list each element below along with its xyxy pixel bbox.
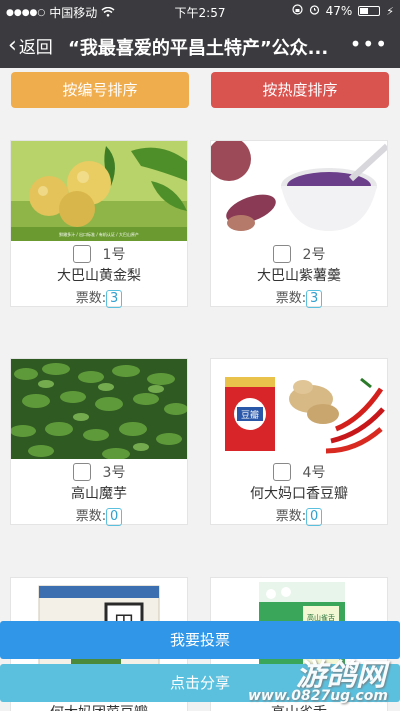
candidate-name: 何大妈团菜豆瓣: [11, 702, 187, 711]
lock-rotation-icon: [291, 4, 303, 18]
sort-by-number-button[interactable]: 按编号排序: [11, 72, 189, 108]
vote-count-badge: 3: [106, 289, 123, 308]
candidate-number: 2号: [302, 247, 326, 263]
vote-checkbox[interactable]: [272, 463, 291, 481]
candidate-image-bean-paste[interactable]: 豆瓣: [211, 359, 387, 459]
pear-caption: 鲜嫩多汁 / 出口标准 / 有机认证 / 大巴山原产: [59, 231, 139, 237]
candidate-name: 大巴山紫薯羹: [257, 268, 341, 284]
candidate-card: 3号 高山魔芋 票数: 0: [10, 358, 188, 526]
sort-by-heat-button[interactable]: 按热度排序: [211, 72, 389, 108]
more-menu-button[interactable]: •••: [350, 32, 388, 56]
chevron-left-icon: ‹: [8, 32, 17, 58]
vote-checkbox[interactable]: [272, 245, 291, 263]
votes-label: 票数:: [75, 291, 107, 306]
candidate-number: 4号: [302, 465, 326, 481]
back-button[interactable]: ‹ 返回: [8, 33, 53, 58]
votes-label: 票数:: [75, 509, 107, 524]
candidate-name: 何大妈口香豆瓣: [250, 486, 348, 502]
vote-checkbox[interactable]: [72, 463, 91, 481]
vote-count-badge: 3: [306, 289, 323, 308]
status-bar: ●●●●○ 中国移动 下午2:57 47% ⚡: [0, 0, 400, 22]
vote-count-badge: 0: [106, 507, 123, 526]
votes-label: 票数:: [275, 291, 307, 306]
battery-percent: 47%: [325, 4, 353, 18]
candidate-card: 2号 大巴山紫薯羹 票数: 3: [210, 140, 388, 308]
vote-count-row: 票数: 3: [11, 287, 187, 308]
jar-label: 豆瓣: [241, 410, 259, 421]
candidate-card: 鲜嫩多汁 / 出口标准 / 有机认证 / 大巴山原产 1号 大巴山黄金梨 票数:…: [10, 140, 188, 308]
charging-icon: ⚡: [386, 4, 394, 18]
watermark-url: www.0827ug.com: [248, 688, 388, 704]
candidate-number: 3号: [102, 465, 126, 481]
alarm-icon: [309, 4, 320, 18]
navigation-bar: ‹ 返回 “我最喜爱的平昌土特产”公众... •••: [0, 22, 400, 68]
back-label: 返回: [18, 38, 53, 58]
candidate-image-pear[interactable]: 鲜嫩多汁 / 出口标准 / 有机认证 / 大巴山原产: [11, 141, 187, 241]
candidate-number: 1号: [102, 247, 126, 263]
candidate-name: 大巴山黄金梨: [57, 268, 141, 284]
battery-icon: [358, 6, 381, 16]
candidate-name: 高山魔芋: [71, 486, 127, 502]
candidate-image-konjac[interactable]: [11, 359, 187, 459]
candidate-card: 豆瓣 4号 何大妈口香豆瓣 票数: 0: [210, 358, 388, 526]
vote-count-row: 票数: 0: [11, 505, 187, 526]
vote-count-badge: 0: [306, 507, 323, 526]
page-title: “我最喜爱的平昌土特产”公众...: [68, 38, 329, 59]
vote-checkbox[interactable]: [72, 245, 91, 263]
vote-count-row: 票数: 0: [211, 505, 387, 526]
candidate-image-purple-potato-soup[interactable]: [211, 141, 387, 241]
votes-label: 票数:: [275, 509, 307, 524]
vote-count-row: 票数: 3: [211, 287, 387, 308]
watermark-logo: 游鸽网 www.0827ug.com: [244, 650, 394, 708]
